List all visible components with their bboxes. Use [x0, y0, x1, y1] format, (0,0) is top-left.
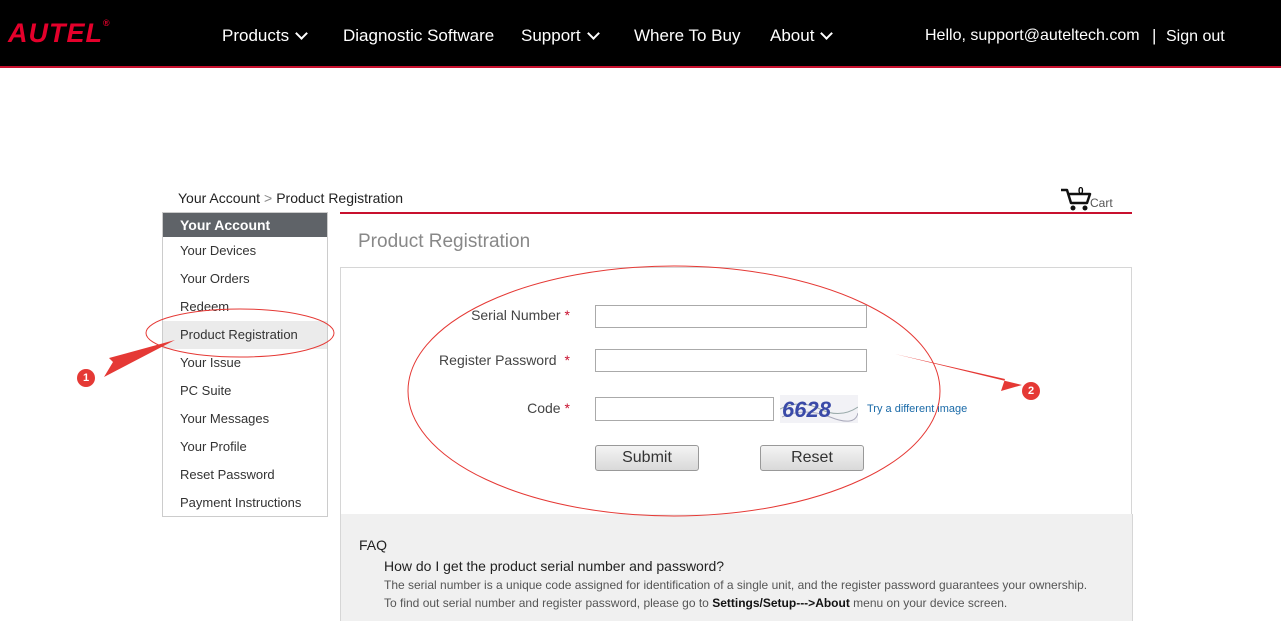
sidebar-item-your-orders[interactable]: Your Orders [163, 265, 327, 293]
logo-text: AUTEL [8, 18, 103, 48]
sidebar-item-your-devices[interactable]: Your Devices [163, 237, 327, 265]
section-divider [340, 212, 1132, 214]
captcha-graphic: 6628 [779, 395, 859, 423]
faq-answer-line-2: To find out serial number and register p… [384, 596, 1007, 610]
breadcrumb: Your Account > Product Registration [178, 190, 403, 206]
serial-number-label-text: Serial Number [471, 307, 561, 323]
account-sidebar: Your Account Your Devices Your Orders Re… [162, 212, 328, 517]
nav-support[interactable]: Support [521, 26, 600, 46]
required-mark: * [564, 400, 570, 416]
annotation-marker-1: 1 [77, 369, 95, 387]
sidebar-item-product-registration[interactable]: Product Registration [163, 321, 327, 349]
breadcrumb-root[interactable]: Your Account [178, 190, 260, 206]
nav-products-label: Products [222, 26, 290, 45]
chevron-down-icon [586, 27, 600, 40]
nav-diagnostic-software[interactable]: Diagnostic Software [343, 26, 494, 46]
faq-question: How do I get the product serial number a… [384, 558, 725, 574]
chevron-down-icon [295, 27, 308, 40]
signout-link[interactable]: Sign out [1166, 28, 1225, 46]
chevron-down-icon [820, 27, 834, 40]
code-input[interactable] [595, 397, 774, 421]
nav-where-to-buy-label: Where To Buy [634, 26, 741, 45]
sidebar-item-reset-password[interactable]: Reset Password [163, 461, 327, 489]
code-label-text: Code [527, 400, 561, 416]
nav-about[interactable]: About [770, 26, 834, 46]
nav-products[interactable]: Products [222, 26, 308, 46]
cart-count: 0 [1078, 186, 1084, 197]
sidebar-item-pc-suite[interactable]: PC Suite [163, 377, 327, 405]
autel-logo[interactable]: AUTEL® [8, 18, 111, 48]
nav-about-label: About [770, 26, 815, 45]
captcha-image: 6628 [779, 395, 859, 423]
breadcrumb-separator: > [264, 190, 273, 206]
faq-title: FAQ [359, 537, 388, 553]
required-mark: * [564, 307, 570, 323]
try-different-image-link[interactable]: Try a different image [867, 403, 967, 415]
cart-link[interactable]: 0 Cart [1060, 186, 1120, 212]
register-password-label: Register Password * [370, 352, 570, 368]
sidebar-item-your-messages[interactable]: Your Messages [163, 405, 327, 433]
serial-number-input[interactable] [595, 305, 867, 328]
cart-label: Cart [1090, 196, 1113, 210]
page-title: Product Registration [358, 231, 531, 252]
faq-answer-line-1: The serial number is a unique code assig… [384, 578, 1088, 592]
sidebar-title: Your Account [163, 213, 327, 237]
serial-number-label: Serial Number * [370, 307, 570, 323]
user-greeting: Hello, support@auteltech.com [925, 27, 1140, 44]
captcha-text: 6628 [782, 397, 832, 422]
sidebar-item-payment-instructions[interactable]: Payment Instructions [163, 489, 327, 517]
code-label: Code * [370, 400, 570, 416]
nav-support-label: Support [521, 26, 581, 45]
required-mark: * [564, 352, 570, 368]
breadcrumb-current: Product Registration [276, 190, 404, 206]
reset-button[interactable]: Reset [760, 445, 864, 471]
faq-answer-suffix: menu on your device screen. [849, 596, 1008, 610]
top-nav-bar: AUTEL® Products Diagnostic Software Supp… [0, 0, 1281, 68]
sidebar-item-your-profile[interactable]: Your Profile [163, 433, 327, 461]
nav-where-to-buy[interactable]: Where To Buy [634, 26, 740, 46]
submit-button[interactable]: Submit [595, 445, 699, 471]
faq-answer-prefix: To find out serial number and register p… [384, 596, 713, 610]
nav-separator: | [1152, 26, 1157, 45]
nav-diagnostic-software-label: Diagnostic Software [343, 26, 495, 45]
annotation-marker-2: 2 [1022, 382, 1040, 400]
faq-answer-menu-path: Settings/Setup--->About [712, 596, 850, 610]
registered-mark: ® [103, 18, 111, 28]
register-password-input[interactable] [595, 349, 867, 372]
faq-section: FAQ How do I get the product serial numb… [340, 514, 1133, 621]
sidebar-item-your-issue[interactable]: Your Issue [163, 349, 327, 377]
sidebar-item-redeem[interactable]: Redeem [163, 293, 327, 321]
register-password-label-text: Register Password [439, 352, 557, 368]
